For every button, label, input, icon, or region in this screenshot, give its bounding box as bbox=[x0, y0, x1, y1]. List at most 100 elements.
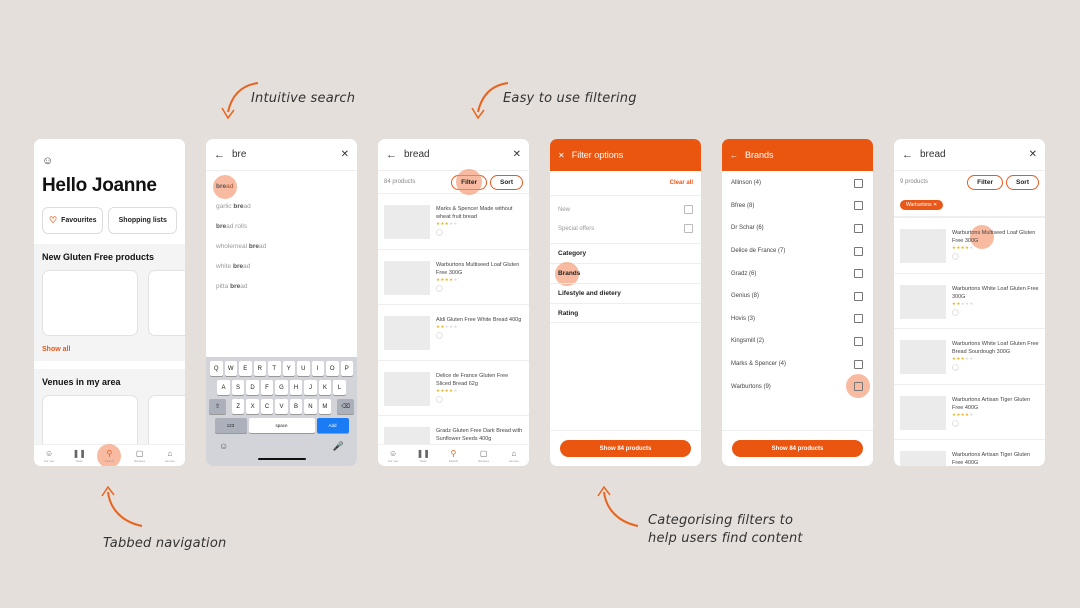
product-row[interactable]: Warburtons Multiseed Loaf Gluten Free 30… bbox=[894, 217, 1045, 273]
key-f[interactable]: F bbox=[260, 380, 274, 395]
active-filter-tag[interactable]: Warburtons ✕ bbox=[900, 200, 944, 210]
brand-row[interactable]: Dr Schar (6) bbox=[722, 217, 873, 240]
key-g[interactable]: G bbox=[275, 380, 288, 395]
suggestion-item[interactable]: wholemeal bread bbox=[216, 237, 347, 257]
backspace-key[interactable]: ⌫ bbox=[337, 399, 355, 414]
back-arrow-icon[interactable]: ← bbox=[214, 149, 228, 161]
brand-row[interactable]: Bfree (8) bbox=[722, 195, 873, 218]
tab-for-you[interactable]: ☺ For you bbox=[37, 449, 61, 463]
key-v[interactable]: V bbox=[275, 399, 288, 414]
brand-row[interactable]: Delice de France (7) bbox=[722, 240, 873, 263]
filter-section-lifestyle[interactable]: Lifestyle and dietery bbox=[550, 283, 701, 303]
key-p[interactable]: P bbox=[340, 361, 353, 376]
brand-checkbox[interactable] bbox=[854, 314, 863, 324]
brand-row[interactable]: Kingsmill (2) bbox=[722, 330, 873, 353]
suggestion-item[interactable]: bread rolls bbox=[216, 217, 347, 237]
show-all-link[interactable]: Show all bbox=[42, 346, 177, 353]
favourites-button[interactable]: ♡ Favourites bbox=[42, 207, 104, 234]
add-key[interactable]: Add bbox=[316, 418, 349, 433]
key-q[interactable]: Q bbox=[210, 361, 223, 376]
brand-checkbox[interactable] bbox=[854, 246, 863, 256]
key-a[interactable]: A bbox=[217, 380, 230, 395]
tab-search[interactable]: ⚲ Search bbox=[441, 449, 465, 463]
brand-checkbox[interactable] bbox=[854, 178, 863, 188]
clear-icon[interactable]: ✕ bbox=[1029, 149, 1037, 160]
tab-scan[interactable]: ❚❚ Scan bbox=[411, 449, 435, 463]
toggle-special-offers[interactable]: Special offers bbox=[550, 219, 701, 238]
clear-all-button[interactable]: Clear all bbox=[550, 171, 701, 196]
key-j[interactable]: J bbox=[304, 380, 317, 395]
suggestion-item[interactable]: bread bbox=[213, 175, 347, 199]
back-arrow-icon[interactable]: ← bbox=[386, 149, 400, 161]
search-input[interactable]: bread bbox=[400, 149, 513, 160]
search-input[interactable]: bre bbox=[228, 149, 341, 160]
key-k[interactable]: K bbox=[318, 380, 332, 395]
clear-icon[interactable]: ✕ bbox=[341, 149, 349, 160]
product-row[interactable]: Warburtons White Loaf Gluten Free 300G ★★… bbox=[894, 272, 1045, 329]
sort-button[interactable]: Sort bbox=[490, 174, 523, 190]
tab-venues[interactable]: ⌂ Venues bbox=[502, 449, 526, 463]
suggestion-item[interactable]: garlic bread bbox=[216, 197, 347, 217]
tab-recipes[interactable]: ▢ Recipes bbox=[128, 449, 152, 463]
filter-button[interactable]: Filter bbox=[967, 174, 1003, 190]
key-e[interactable]: E bbox=[239, 361, 252, 376]
profile-icon[interactable]: ☺ bbox=[42, 155, 53, 167]
filter-section-category[interactable]: Category bbox=[550, 243, 701, 263]
product-card[interactable] bbox=[148, 270, 185, 336]
key-i[interactable]: I bbox=[311, 361, 324, 376]
brand-checkbox[interactable] bbox=[854, 359, 863, 369]
key-w[interactable]: W bbox=[224, 361, 237, 376]
brand-checkbox[interactable] bbox=[854, 291, 863, 301]
numbers-key[interactable]: 123 bbox=[214, 418, 247, 433]
key-o[interactable]: O bbox=[326, 361, 339, 376]
brand-row[interactable]: Marks & Spencer (4) bbox=[722, 353, 873, 376]
suggestion-item[interactable]: pitta bread bbox=[216, 277, 347, 297]
product-row[interactable]: Warburtons Artisan Tiger Gluten Free 400… bbox=[894, 439, 1045, 466]
show-products-button[interactable]: Show 84 products bbox=[560, 440, 691, 457]
tab-recipes[interactable]: ▢ Recipes bbox=[472, 449, 496, 463]
key-n[interactable]: N bbox=[304, 399, 317, 414]
product-row[interactable]: Warburtons Multiseed Loaf Gluten Free 30… bbox=[378, 248, 529, 305]
checkbox[interactable] bbox=[684, 224, 693, 233]
close-icon[interactable]: ✕ bbox=[558, 151, 565, 160]
tab-scan[interactable]: ❚❚ Scan bbox=[67, 449, 91, 463]
brand-row[interactable]: Allinson (4) bbox=[722, 172, 873, 195]
back-arrow-icon[interactable]: ← bbox=[902, 149, 916, 161]
product-row[interactable]: Delice de France Gluten Free Sliced Brea… bbox=[378, 359, 529, 416]
product-row[interactable]: Warburtons White Loaf Gluten Free Bread … bbox=[894, 328, 1045, 384]
toggle-new[interactable]: New bbox=[550, 200, 701, 219]
sort-button[interactable]: Sort bbox=[1006, 174, 1039, 190]
brand-checkbox[interactable] bbox=[854, 223, 863, 233]
emoji-icon[interactable]: ☺ bbox=[219, 441, 228, 452]
shopping-lists-button[interactable]: Shopping lists bbox=[108, 207, 177, 234]
filter-section-rating[interactable]: Rating bbox=[550, 303, 701, 323]
tab-for-you[interactable]: ☺ For you bbox=[381, 449, 405, 463]
filter-section-brands[interactable]: Brands bbox=[550, 262, 701, 286]
back-arrow-icon[interactable]: ← bbox=[730, 151, 738, 160]
clear-icon[interactable]: ✕ bbox=[513, 149, 521, 160]
key-b[interactable]: B bbox=[289, 399, 303, 414]
product-row[interactable]: Marks & Spencer Made without wheat fruit… bbox=[378, 193, 529, 249]
key-u[interactable]: U bbox=[297, 361, 310, 376]
product-row[interactable]: Aldi Gluten Free White Bread 400g ★★★★★ ◯ bbox=[378, 304, 529, 360]
brand-checkbox[interactable] bbox=[854, 269, 863, 279]
key-z[interactable]: Z bbox=[231, 399, 245, 414]
space-key[interactable]: space bbox=[248, 418, 315, 433]
key-s[interactable]: S bbox=[231, 380, 245, 395]
brand-row[interactable]: Gradz (6) bbox=[722, 262, 873, 285]
microphone-icon[interactable]: 🎤 bbox=[333, 441, 344, 452]
tab-search[interactable]: ⚲ Search bbox=[97, 443, 122, 466]
key-h[interactable]: H bbox=[289, 380, 303, 395]
brand-checkbox[interactable] bbox=[854, 336, 863, 346]
show-products-button[interactable]: Show 84 products bbox=[732, 440, 863, 457]
product-card[interactable] bbox=[42, 270, 138, 336]
product-row[interactable]: Warburtons Artisan Tiger Gluten Free 400… bbox=[894, 383, 1045, 440]
filter-button[interactable]: Filter bbox=[451, 168, 487, 195]
suggestion-item[interactable]: white bread bbox=[216, 257, 347, 277]
brand-row[interactable]: Warburtons (9) bbox=[722, 374, 873, 399]
brand-row[interactable]: Genius (8) bbox=[722, 285, 873, 308]
key-y[interactable]: Y bbox=[282, 361, 295, 376]
shift-key[interactable]: ⇧ bbox=[208, 399, 226, 414]
brand-row[interactable]: Hovis (3) bbox=[722, 308, 873, 331]
key-r[interactable]: R bbox=[253, 361, 266, 376]
